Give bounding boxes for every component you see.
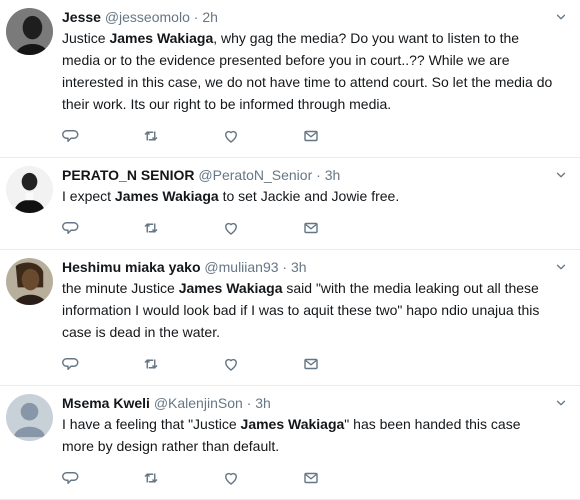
tweet-header: Jesse @jesseomolo · 2h (62, 8, 570, 27)
timestamp[interactable]: 2h (202, 9, 218, 25)
highlighted-term: James Wakiaga (109, 30, 214, 46)
avatar[interactable] (6, 166, 53, 213)
user-handle[interactable]: @jesseomolo (105, 9, 190, 25)
avatar[interactable] (6, 394, 53, 441)
tweet[interactable]: Heshimu miaka yako @muliian93 · 3h the mi… (0, 250, 580, 386)
highlighted-term: James Wakiaga (178, 280, 283, 296)
display-name[interactable]: PERATO_N SENIOR (62, 167, 195, 183)
tweet-text-segment: to set Jackie and Jowie free. (218, 188, 400, 204)
user-handle[interactable]: @muliian93 (204, 259, 278, 275)
avatar[interactable] (6, 8, 53, 55)
tweet-header: Heshimu miaka yako @muliian93 · 3h (62, 258, 570, 277)
tweet-text-segment: the minute Justice (62, 280, 179, 296)
tweet[interactable]: Msema Kweli @KalenjinSon · 3h I have a fe… (0, 386, 580, 500)
chevron-down-icon[interactable] (554, 168, 568, 182)
direct-message-icon[interactable] (302, 355, 382, 373)
tweet-actions (62, 125, 570, 147)
timestamp[interactable]: 3h (255, 395, 271, 411)
chevron-down-icon[interactable] (554, 10, 568, 24)
separator-dot: · (278, 259, 291, 275)
avatar[interactable] (6, 258, 53, 305)
tweet-header: Msema Kweli @KalenjinSon · 3h (62, 394, 570, 413)
direct-message-icon[interactable] (302, 469, 382, 487)
reply-icon[interactable] (62, 127, 142, 145)
timestamp[interactable]: 3h (291, 259, 307, 275)
display-name[interactable]: Msema Kweli (62, 395, 150, 411)
reply-icon[interactable] (62, 469, 142, 487)
retweet-icon[interactable] (142, 469, 222, 487)
user-handle[interactable]: @KalenjinSon (154, 395, 243, 411)
tweet-actions (62, 353, 570, 375)
tweet-actions (62, 467, 570, 489)
tweet-text: I have a feeling that "Justice James Wak… (62, 413, 570, 457)
retweet-icon[interactable] (142, 355, 222, 373)
tweet-actions (62, 217, 570, 239)
highlighted-term: James Wakiaga (240, 416, 345, 432)
separator-dot: · (312, 167, 325, 183)
direct-message-icon[interactable] (302, 127, 382, 145)
tweet-text: I expect James Wakiaga to set Jackie and… (62, 185, 570, 207)
chevron-down-icon[interactable] (554, 396, 568, 410)
user-handle[interactable]: @PeratoN_Senior (198, 167, 312, 183)
retweet-icon[interactable] (142, 127, 222, 145)
tweet-feed: Jesse @jesseomolo · 2h Justice James Waki… (0, 0, 580, 500)
separator-dot: · (242, 395, 256, 411)
like-icon[interactable] (222, 127, 302, 145)
tweet[interactable]: PERATO_N SENIOR @PeratoN_Senior · 3h I ex… (0, 158, 580, 250)
like-icon[interactable] (222, 355, 302, 373)
tweet-text: the minute Justice James Wakiaga said "w… (62, 277, 570, 343)
like-icon[interactable] (222, 219, 302, 237)
tweet-text-segment: Justice (62, 30, 110, 46)
display-name[interactable]: Jesse (62, 9, 101, 25)
display-name[interactable]: Heshimu miaka yako (62, 259, 201, 275)
separator-dot: · (189, 9, 203, 25)
tweet-text: Justice James Wakiaga, why gag the media… (62, 27, 570, 115)
tweet-text-segment: I have a feeling that "Justice (62, 416, 241, 432)
chevron-down-icon[interactable] (554, 260, 568, 274)
direct-message-icon[interactable] (302, 219, 382, 237)
reply-icon[interactable] (62, 355, 142, 373)
retweet-icon[interactable] (142, 219, 222, 237)
tweet-header: PERATO_N SENIOR @PeratoN_Senior · 3h (62, 166, 570, 185)
tweet-text-segment: I expect (62, 188, 115, 204)
tweet[interactable]: Jesse @jesseomolo · 2h Justice James Waki… (0, 0, 580, 158)
highlighted-term: James Wakiaga (114, 188, 219, 204)
timestamp[interactable]: 3h (325, 167, 341, 183)
like-icon[interactable] (222, 469, 302, 487)
reply-icon[interactable] (62, 219, 142, 237)
